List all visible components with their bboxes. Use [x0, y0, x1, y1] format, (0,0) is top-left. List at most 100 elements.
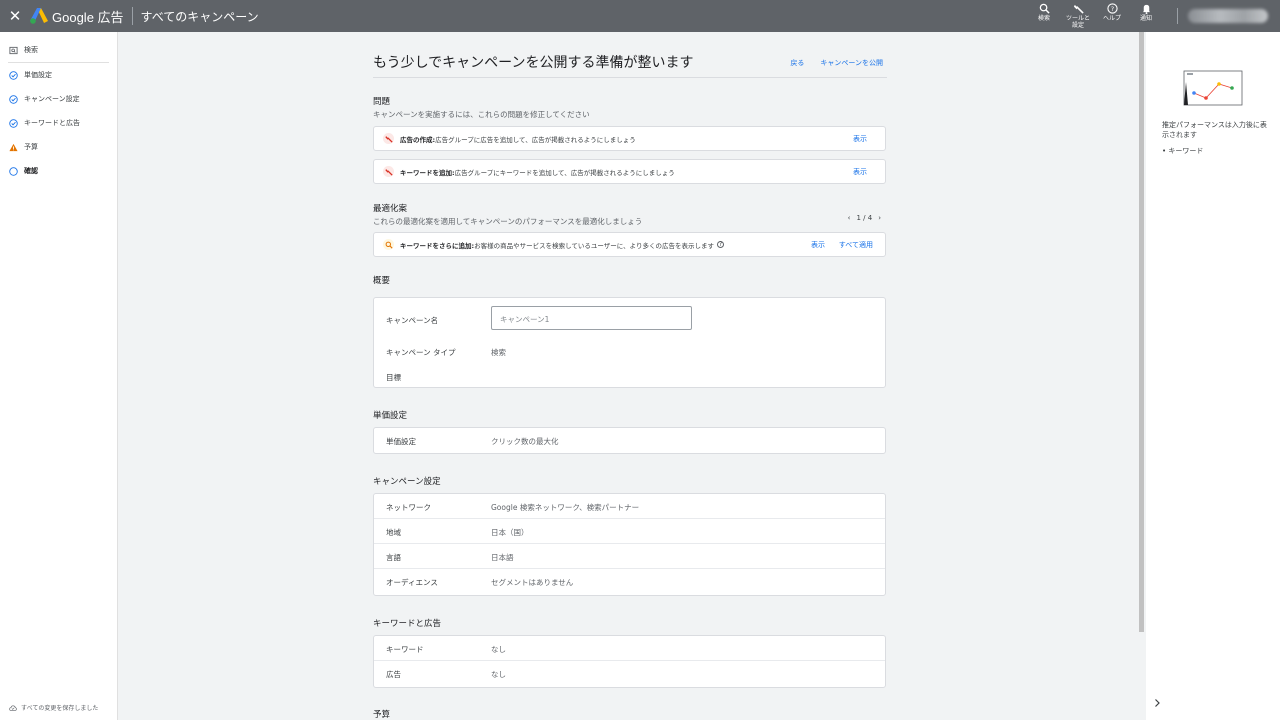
check-circle-icon [9, 118, 18, 128]
issue-create-ad: 広告の作成: 広告グループに広告を追加して、広告が掲載されるようにしましょう 表… [373, 126, 886, 151]
help-button[interactable]: ? ヘルプ [1095, 0, 1129, 22]
wrench-icon [383, 166, 394, 177]
optimization-apply-all-button[interactable]: すべて適用 [839, 240, 873, 250]
nav-item-budget[interactable]: 予算 [0, 135, 117, 159]
nav-item-label: キャンペーン設定 [24, 95, 80, 103]
performance-bullet-label: キーワード [1168, 147, 1204, 155]
header-title: すべてのキャンペーン [140, 9, 259, 24]
issue-text: 広告グループに広告を追加して、広告が掲載されるようにしましょう [435, 135, 636, 144]
campaign-settings-card: ネットワーク Google 検索ネットワーク、検索パートナー 地域 日本（国） 言語… [373, 493, 886, 596]
issue-view-button[interactable]: 表示 [853, 134, 867, 144]
nav-item-review[interactable]: 確認 [0, 159, 117, 183]
tools-button-label-2: 設定 [1071, 22, 1084, 29]
issues-section-header: 問題 キャンペーンを実施するには、これらの問題を修正してください [373, 95, 590, 120]
campaign-name-label: キャンペーン名 [386, 316, 439, 325]
keywords-row: キーワード なし [374, 636, 885, 661]
nav-item-keywords-ads[interactable]: キーワードと広告 [0, 111, 117, 135]
search-icon [383, 239, 394, 250]
publish-campaign-link[interactable]: キャンペーンを公開 [820, 58, 883, 68]
top-app-bar: ✕ Google 広告 すべてのキャンペーン 検索 ツールと 設定 ? ヘルプ … [0, 0, 1280, 32]
campaign-type-label: キャンペーン タイプ [386, 348, 456, 357]
chevron-right-icon[interactable]: › [878, 214, 881, 222]
circle-icon [9, 166, 18, 176]
network-row: ネットワーク Google 検索ネットワーク、検索パートナー [374, 494, 885, 519]
row-label: 言語 [386, 553, 401, 562]
issues-title: 問題 [373, 97, 391, 107]
main-content: もう少しでキャンペーンを公開する準備が整います 戻る キャンペーンを公開 問題 … [119, 32, 1144, 720]
performance-panel-text: 推定パフォーマンスは入力後に表示されます [1162, 121, 1267, 139]
language-row: 言語 日本語 [374, 544, 885, 569]
save-status: すべての変更を保存しました [9, 703, 98, 712]
bidding-label: 単価設定 [386, 437, 416, 446]
chevron-left-icon[interactable]: ‹ [848, 214, 851, 222]
bidding-row: 単価設定 クリック数の最大化 [374, 428, 885, 453]
wrench-icon [383, 133, 394, 144]
issue-add-keywords: キーワードを追加: 広告グループにキーワードを追加して、広告が掲載されるようにし… [373, 159, 886, 184]
bidding-value: クリック数の最大化 [491, 437, 559, 446]
notifications-button[interactable]: 通知 [1129, 0, 1163, 22]
row-label: ネットワーク [386, 503, 431, 512]
optimization-view-button[interactable]: 表示 [811, 240, 825, 250]
save-status-text: すべての変更を保存しました [21, 705, 99, 712]
help-button-label: ヘルプ [1102, 15, 1121, 22]
campaign-type-value: 検索 [491, 348, 506, 357]
campaign-name-input[interactable]: キャンペーン1 [491, 306, 692, 330]
main-scrollbar[interactable] [1139, 32, 1144, 632]
nav-item-label: 検索 [24, 46, 38, 54]
row-value: なし [491, 670, 506, 679]
bell-icon [1142, 4, 1150, 14]
ads-row: 広告 なし [374, 661, 885, 686]
account-info-blurred[interactable] [1188, 9, 1268, 23]
search-button[interactable]: 検索 [1027, 0, 1061, 22]
header-divider-right [1177, 8, 1178, 24]
tools-settings-button[interactable]: ツールと 設定 [1061, 0, 1095, 29]
notifications-button-label: 通知 [1139, 15, 1152, 22]
header-divider [131, 7, 133, 25]
performance-panel: 推定パフォーマンスは入力後に表示されます • キーワード [1146, 32, 1280, 720]
budget-title: 予算 [373, 710, 391, 720]
optimization-pager: ‹ 1 / 4 › [848, 214, 881, 222]
audience-row: オーディエンス セグメントはありません [374, 569, 885, 594]
nav-item-campaign-settings[interactable]: キャンペーン設定 [0, 87, 117, 111]
help-icon: ? [1106, 3, 1118, 14]
optimization-section-header: 最適化案 これらの最適化案を適用してキャンペーンのパフォーマンスを最適化しましょ… [373, 202, 642, 227]
page-title: もう少しでキャンペーンを公開する準備が整います [373, 55, 694, 71]
nav-item-label: 単価設定 [24, 71, 52, 79]
check-circle-icon [9, 94, 18, 104]
search-icon [1039, 3, 1050, 14]
svg-text:?: ? [1110, 5, 1113, 13]
tools-button-label-1: ツールと [1065, 15, 1090, 22]
row-label: キーワード [386, 645, 424, 654]
row-value: 日本語 [491, 553, 514, 562]
left-navigation: 検索 単価設定 キャンペーン設定 キーワードと広告 予算 確認 すべての変更を保… [0, 32, 118, 720]
close-icon[interactable]: ✕ [0, 0, 30, 32]
nav-item-bidding[interactable]: 単価設定 [0, 63, 117, 87]
row-label: 広告 [386, 670, 401, 679]
optimization-subtitle: これらの最適化案を適用してキャンペーンのパフォーマンスを最適化しましょう [373, 217, 643, 226]
nav-item-search[interactable]: 検索 [0, 38, 117, 62]
issue-heading: 広告の作成: [400, 135, 436, 144]
chevron-right-icon[interactable] [1152, 698, 1162, 708]
issue-view-button[interactable]: 表示 [853, 167, 867, 177]
wrench-icon [1073, 4, 1084, 14]
optimization-item-keywords: キーワードをさらに追加: お客様の商品やサービスを検索しているユーザーに、より多… [373, 232, 886, 257]
performance-panel-bullet: • キーワード [1162, 147, 1204, 155]
bidding-title: 単価設定 [373, 411, 408, 421]
optimization-heading: キーワードをさらに追加: [400, 241, 475, 250]
row-value: 日本（国） [491, 528, 529, 537]
review-content: もう少しでキャンペーンを公開する準備が整います 戻る キャンペーンを公開 問題 … [373, 32, 887, 720]
back-link[interactable]: 戻る [790, 58, 804, 68]
keywords-ads-title: キーワードと広告 [373, 619, 442, 629]
optimization-text: お客様の商品やサービスを検索しているユーザーに、より多くの広告を表示します [474, 241, 714, 250]
check-circle-icon [9, 70, 18, 80]
info-icon[interactable]: ? [716, 241, 724, 248]
row-label: オーディエンス [386, 578, 438, 587]
issues-subtitle: キャンペーンを実施するには、これらの問題を修正してください [373, 110, 590, 119]
nav-item-label: 確認 [24, 167, 38, 175]
performance-chart-illustration [1183, 70, 1243, 106]
location-row: 地域 日本（国） [374, 519, 885, 544]
optimization-title: 最適化案 [373, 204, 408, 214]
google-ads-logo [30, 8, 48, 24]
issue-text: 広告グループにキーワードを追加して、広告が掲載されるようにしましょう [454, 168, 675, 177]
pager-count: 1 / 4 [856, 214, 873, 222]
